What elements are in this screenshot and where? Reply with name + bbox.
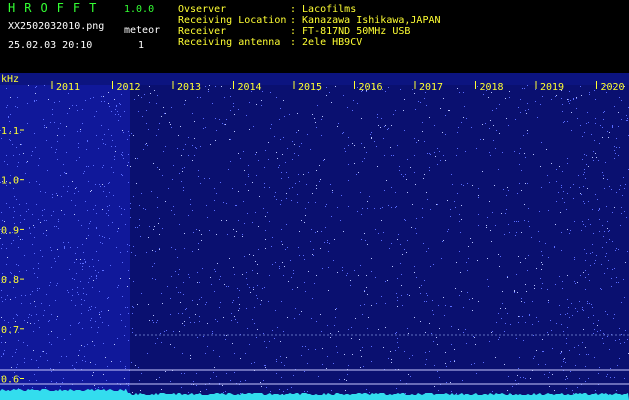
x-tick-label: 2015	[298, 82, 322, 93]
dim-noise-region	[130, 85, 629, 400]
y-tick-label: 0.7	[1, 325, 19, 336]
y-tick-label: 1.0	[1, 176, 19, 187]
app-title: HROFFT	[8, 1, 106, 15]
station-info-labels: Ovserver Receiving Location Receiver Rec…	[178, 4, 287, 48]
file-name: XX2502032010.png	[8, 21, 105, 32]
x-tick-label: 2016	[359, 82, 383, 93]
meteor-label: meteor	[124, 25, 161, 36]
y-axis-unit: kHz	[1, 74, 19, 85]
y-tick-label: 0.9	[1, 225, 19, 236]
y-tick-label: 0.8	[1, 275, 19, 286]
x-tick-label: 2011	[56, 82, 80, 93]
y-tick-label: 1.1	[1, 126, 19, 137]
spectrogram-display: 2011 2012 2013 2014 2015 2016 2017 2018 2019 2020…	[0, 73, 629, 400]
bright-noise-region	[0, 85, 130, 400]
timestamp: 25.02.03 20:10	[8, 40, 93, 51]
x-tick-label: 2012	[117, 82, 141, 93]
x-tick-label: 2018	[480, 82, 504, 93]
x-tick-label: 2014	[238, 82, 262, 93]
header-panel: HROFFT 1.0.0 XX2502032010.png meteor 25.…	[0, 0, 629, 73]
version-label: 1.0.0	[124, 4, 155, 15]
x-tick-label: 2019	[540, 82, 564, 93]
x-tick-label: 2017	[419, 82, 443, 93]
meteor-count: 1	[138, 40, 145, 51]
station-info-values: : Lacofilms : Kanazawa Ishikawa,JAPAN : …	[290, 4, 441, 48]
x-tick-label: 2020	[601, 82, 625, 93]
x-tick-label: 2013	[177, 82, 201, 93]
